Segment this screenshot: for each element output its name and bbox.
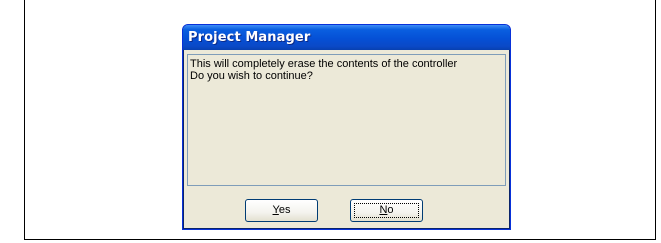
dialog-titlebar[interactable]: Project Manager: [183, 25, 510, 50]
no-button-label: No: [379, 204, 393, 216]
message-panel: This will completely erase the contents …: [187, 54, 506, 186]
no-button[interactable]: No: [350, 199, 423, 222]
yes-button-label: Yes: [273, 204, 291, 216]
dialog-title: Project Manager: [188, 30, 311, 45]
message-line-1: This will completely erase the contents …: [190, 58, 458, 70]
message-line-2: Do you wish to continue?: [190, 70, 313, 82]
yes-button[interactable]: Yes: [245, 199, 318, 222]
project-manager-dialog: Project Manager This will completely era…: [182, 24, 511, 230]
yes-label-rest: es: [278, 204, 291, 216]
no-label-rest: o: [387, 204, 394, 216]
